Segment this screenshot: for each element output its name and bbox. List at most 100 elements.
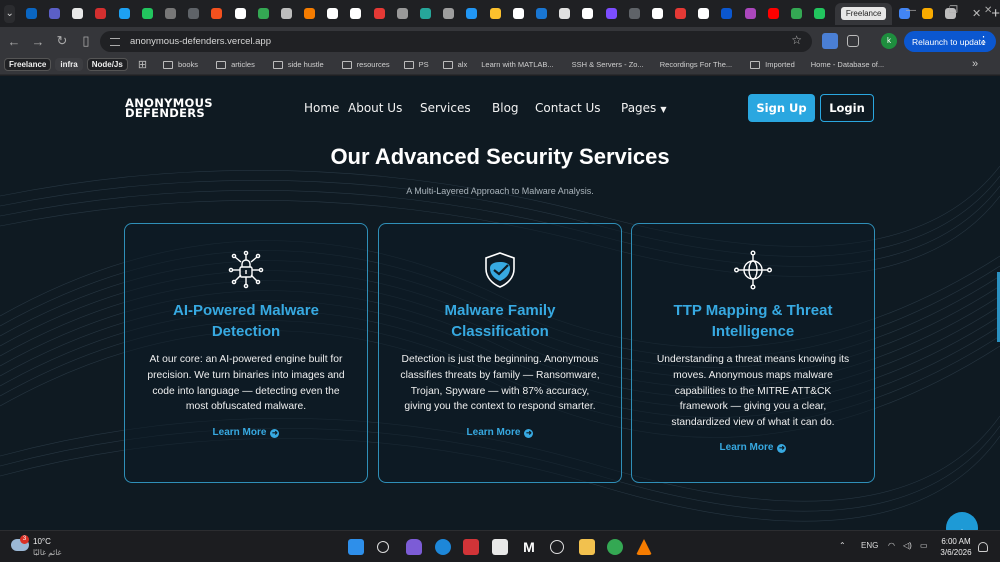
tab-favicon-icon[interactable] xyxy=(346,4,366,24)
tab-favicon-icon[interactable] xyxy=(485,4,505,24)
tab-search-icon[interactable]: ⌄ xyxy=(4,4,16,23)
side-panel-icon[interactable]: ▯ xyxy=(76,33,96,49)
bookmark-item[interactable]: Home - Database of... xyxy=(0,60,884,140)
windows-start-icon[interactable] xyxy=(348,539,364,555)
battery-icon[interactable]: ▭ xyxy=(920,541,928,550)
bookmark-item[interactable]: Learn with MATLAB... xyxy=(0,60,554,140)
bookmark-item[interactable]: articles xyxy=(216,60,255,69)
profile-avatar[interactable]: k xyxy=(881,33,897,49)
tab-favicon-icon[interactable] xyxy=(160,4,180,24)
tab-favicon-icon[interactable] xyxy=(555,4,575,24)
tab-close-icon[interactable]: ✕ xyxy=(972,7,981,20)
tab-favicon-icon[interactable] xyxy=(207,4,227,24)
tab-favicon-icon[interactable] xyxy=(578,4,598,24)
tab-favicon-icon[interactable] xyxy=(671,4,691,24)
tab-favicon-icon[interactable] xyxy=(531,4,551,24)
bookmark-item[interactable]: SSH & Servers - Zo... xyxy=(0,60,644,140)
copilot-icon[interactable] xyxy=(406,539,422,555)
tab-favicon-icon[interactable] xyxy=(601,4,621,24)
restore-icon[interactable]: ❐ xyxy=(949,5,958,16)
tab-favicon-icon[interactable] xyxy=(787,4,807,24)
tab-favicon-icon[interactable] xyxy=(137,4,157,24)
bookmark-item[interactable]: resources xyxy=(341,60,390,69)
sign-up-button[interactable]: Sign Up xyxy=(748,94,815,122)
tab-favicon-icon[interactable] xyxy=(323,4,343,24)
bookmark-item[interactable]: alx xyxy=(442,60,467,69)
address-bar[interactable]: anonymous-defenders.vercel.app ☆ xyxy=(100,31,812,52)
tab-favicon-icon[interactable] xyxy=(416,4,436,24)
store-icon[interactable] xyxy=(492,539,508,555)
login-button[interactable]: Login xyxy=(820,94,874,122)
learn-more-link[interactable]: Learn More ➜ xyxy=(632,442,874,453)
nav-pages[interactable]: Pages ▼ xyxy=(621,101,666,115)
tab-favicon-icon[interactable] xyxy=(300,4,320,24)
edge-icon[interactable] xyxy=(435,539,451,555)
language-indicator[interactable]: ENG xyxy=(861,541,878,550)
tab-favicon-icon[interactable] xyxy=(91,4,111,24)
nav-home[interactable]: Home xyxy=(304,101,339,115)
bookmark-star-icon[interactable]: ☆ xyxy=(791,33,802,47)
bookmark-infra[interactable]: infra xyxy=(55,58,83,71)
chatgpt-icon[interactable] xyxy=(550,540,564,554)
tab-favicon-icon[interactable] xyxy=(45,4,65,24)
notification-bell-icon[interactable] xyxy=(978,542,988,552)
site-info-icon[interactable] xyxy=(110,37,120,46)
tab-favicon-icon[interactable] xyxy=(647,4,667,24)
tab-favicon-icon[interactable] xyxy=(508,4,528,24)
weather-temp[interactable]: 10°C xyxy=(33,537,51,546)
learn-more-link[interactable]: Learn More ➜ xyxy=(125,427,367,438)
tab-favicon-icon[interactable] xyxy=(810,4,830,24)
file-explorer-icon[interactable] xyxy=(579,539,595,555)
snipping-tool-icon[interactable] xyxy=(463,539,479,555)
tab-favicon-icon[interactable] xyxy=(918,4,938,24)
bookmark-item[interactable]: PS xyxy=(403,60,429,69)
tab-favicon-icon[interactable] xyxy=(392,4,412,24)
window-close-icon[interactable]: ✕ xyxy=(984,5,992,16)
weather-condition[interactable]: غائم غالبًا xyxy=(33,548,61,557)
tab-favicon-icon[interactable] xyxy=(230,4,250,24)
back-icon[interactable]: ← xyxy=(4,34,24,49)
chrome-icon[interactable] xyxy=(607,539,623,555)
m-app-icon[interactable]: M xyxy=(521,539,537,555)
reload-icon[interactable]: ↻ xyxy=(52,33,72,49)
search-icon[interactable] xyxy=(377,541,389,553)
tab-favicon-icon[interactable] xyxy=(717,4,737,24)
bookmark-freelance[interactable]: Freelance xyxy=(4,58,52,71)
clock[interactable]: 6:00 AM 3/6/2026 xyxy=(936,536,976,558)
relaunch-button[interactable]: Relaunch to update ⋮ xyxy=(904,31,996,52)
bookmark-item[interactable]: books xyxy=(163,60,198,69)
chevron-up-icon[interactable]: ⌃ xyxy=(839,541,846,550)
more-bookmarks-icon[interactable]: » xyxy=(972,58,978,70)
tab-active[interactable]: Freelance xyxy=(834,2,893,25)
extensions-icon[interactable] xyxy=(847,35,859,47)
new-tab-icon[interactable]: + xyxy=(991,5,1000,22)
tab-favicon-icon[interactable] xyxy=(68,4,88,24)
nav-services[interactable]: Services xyxy=(420,101,471,115)
nav-contact-us[interactable]: Contact Us xyxy=(535,101,601,115)
tab-favicon-icon[interactable] xyxy=(253,4,273,24)
tab-favicon-icon[interactable] xyxy=(462,4,482,24)
tab-favicon-icon[interactable] xyxy=(184,4,204,24)
tab-favicon-icon[interactable] xyxy=(740,4,760,24)
wifi-icon[interactable]: ◠ xyxy=(888,541,895,550)
bookmark-nodejs[interactable]: Node/Js xyxy=(86,58,128,71)
vlc-icon[interactable] xyxy=(636,539,652,555)
learn-more-link[interactable]: Learn More ➜ xyxy=(379,427,621,438)
volume-icon[interactable]: ◁) xyxy=(903,541,912,550)
tab-favicon-icon[interactable] xyxy=(369,4,389,24)
forward-icon[interactable]: → xyxy=(28,34,48,49)
tab-favicon-icon[interactable] xyxy=(763,4,783,24)
nav-blog[interactable]: Blog xyxy=(492,101,519,115)
bookmark-item[interactable]: Recordings For The... xyxy=(0,60,732,140)
tab-favicon-icon[interactable] xyxy=(276,4,296,24)
tab-favicon-icon[interactable] xyxy=(21,4,41,24)
translate-icon[interactable] xyxy=(822,33,838,49)
tab-favicon-icon[interactable] xyxy=(114,4,134,24)
apps-grid-icon[interactable]: ⊞ xyxy=(138,58,147,71)
nav-about-us[interactable]: About Us xyxy=(348,101,402,115)
menu-dots-icon[interactable]: ⋮ xyxy=(978,34,989,47)
tab-favicon-icon[interactable] xyxy=(624,4,644,24)
site-logo[interactable]: ANONYMOUS DEFENDERS xyxy=(125,97,213,119)
minimize-icon[interactable]: — xyxy=(906,5,916,16)
bookmark-item[interactable]: Imported xyxy=(750,60,795,69)
